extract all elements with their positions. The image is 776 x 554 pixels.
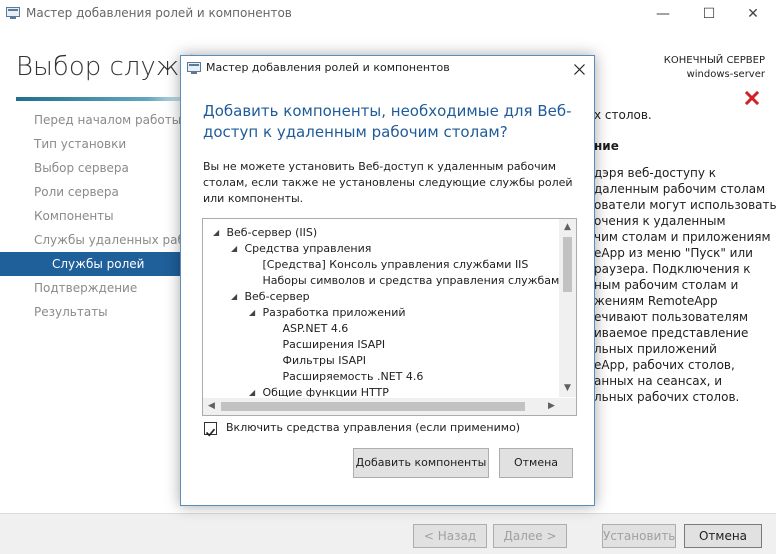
tree-expanded-icon[interactable]: ◢: [213, 225, 223, 241]
heading-accent-line: [16, 97, 180, 101]
add-features-dialog: Мастер добавления ролей и компонентов До…: [180, 55, 595, 506]
minimize-icon: —: [656, 6, 670, 22]
description-line: ечивают пользователям: [594, 310, 748, 324]
tree-expanded-icon[interactable]: ◢: [249, 305, 259, 321]
maximize-button[interactable]: ☐: [686, 0, 732, 28]
description-line: раузера. Подключения к: [594, 262, 751, 276]
nav-item-role-services[interactable]: Службы ролей: [0, 252, 180, 276]
destination-server: КОНЕЧНЫЙ СЕРВЕР windows-server: [664, 54, 765, 82]
horizontal-scrollbar[interactable]: ◀ ▶: [203, 398, 560, 415]
tree-node-label: Расширяемость .NET 4.6: [279, 370, 424, 383]
install-button[interactable]: Установить: [602, 524, 676, 548]
description-line: дэря веб-доступу к: [594, 166, 717, 180]
scrollbar-corner: [559, 398, 576, 415]
error-x-icon[interactable]: [744, 90, 760, 106]
tree-node[interactable]: ◢ Общие функции HTTP: [249, 385, 389, 397]
description-line: анных на сеансах, и: [594, 374, 723, 388]
description-line: eApp, рабочих столов,: [594, 358, 735, 372]
description-line: льных приложений: [594, 342, 717, 356]
checkmark-icon: [205, 428, 216, 437]
nav-item-confirmation[interactable]: Подтверждение: [0, 276, 180, 300]
next-button[interactable]: Далее >: [493, 524, 567, 548]
dialog-title: Мастер добавления ролей и компонентов: [206, 61, 450, 74]
destination-label: КОНЕЧНЫЙ СЕРВЕР: [663, 55, 765, 66]
tree-expanded-icon[interactable]: ◢: [231, 241, 241, 257]
nav-item-features[interactable]: Компоненты: [0, 204, 180, 228]
tree-node-label: Средства управления: [241, 242, 372, 255]
minimize-button[interactable]: —: [640, 0, 686, 28]
server-manager-icon: [6, 7, 20, 19]
add-features-button[interactable]: Добавить компоненты: [353, 448, 489, 478]
nav-item-before-you-begin[interactable]: Перед началом работы: [0, 108, 180, 132]
description-line: х столов.: [594, 108, 652, 122]
tree-node-label: Веб-сервер (IIS): [223, 226, 318, 239]
tree-node-label: ASP.NET 4.6: [279, 322, 349, 335]
dialog-message: Вы не можете установить Веб-доступ к уда…: [203, 160, 573, 205]
nav-item-results[interactable]: Результаты: [0, 300, 180, 324]
tree-node-label: Фильтры ISAPI: [279, 354, 367, 367]
description-line: ным рабочим столам и: [594, 278, 739, 292]
wizard-nav: Перед началом работы Тип установки Выбор…: [0, 108, 180, 324]
close-icon: [573, 63, 585, 75]
nav-item-server-roles[interactable]: Роли сервера: [0, 180, 180, 204]
vertical-scrollbar[interactable]: ▲ ▼: [559, 219, 576, 397]
close-icon: ✕: [747, 6, 759, 22]
description-line: даленным рабочим столам: [594, 182, 766, 196]
description-line: eApp из меню "Пуск" или: [594, 246, 753, 260]
description-line: жениям RemoteApp: [594, 294, 718, 308]
tree-node-label: Разработка приложений: [259, 306, 406, 319]
horizontal-scroll-thumb[interactable]: [221, 402, 525, 411]
tree-node-label: Наборы символов и средства управления сл…: [259, 274, 560, 287]
description-heading: ние: [594, 139, 619, 153]
description-line: льных рабочих столов.: [594, 390, 740, 404]
nav-item-server-selection[interactable]: Выбор сервера: [0, 156, 180, 180]
tree-node-label: Веб-сервер: [241, 290, 310, 303]
maximize-icon: ☐: [702, 6, 716, 22]
tree-node[interactable]: ◢ Веб-сервер (IIS): [213, 225, 317, 241]
tree-node[interactable]: ◢ Средства управления: [231, 241, 371, 257]
required-features-tree[interactable]: ◢ Веб-сервер (IIS) ◢ Средства управления …: [202, 218, 577, 416]
cancel-button[interactable]: Отмена: [684, 524, 762, 548]
tree-node[interactable]: ◢ Веб-сервер: [231, 289, 310, 305]
scroll-right-icon[interactable]: ▶: [543, 398, 560, 415]
back-button[interactable]: < Назад: [413, 524, 487, 548]
tree-node[interactable]: Расширения ISAPI: [269, 337, 385, 353]
nav-item-remote-desktop-services[interactable]: Службы удаленных рабо...: [0, 228, 180, 252]
include-tools-label[interactable]: Включить средства управления (если приме…: [226, 421, 520, 434]
tree-node-label: Общие функции HTTP: [259, 386, 389, 397]
scroll-down-icon[interactable]: ▼: [559, 380, 576, 397]
tree-node[interactable]: Фильтры ISAPI: [269, 353, 366, 369]
description-line: иваемое представление: [594, 326, 749, 340]
dialog-question: Добавить компоненты, необходимые для Веб…: [203, 102, 572, 141]
close-button[interactable]: ✕: [730, 0, 776, 28]
tree-node[interactable]: ◢ Разработка приложений: [249, 305, 406, 321]
tree-expanded-icon[interactable]: ◢: [231, 289, 241, 305]
window-titlebar: Мастер добавления ролей и компонентов — …: [0, 0, 776, 28]
dialog-titlebar: Мастер добавления ролей и компонентов: [181, 56, 594, 82]
destination-server-name: windows-server: [686, 69, 765, 80]
tree-node-label: [Средства] Консоль управления службами I…: [259, 258, 529, 271]
tree-node[interactable]: [Средства] Консоль управления службами I…: [249, 257, 528, 273]
tree-node-label: Расширения ISAPI: [279, 338, 386, 351]
dialog-close-button[interactable]: [564, 56, 594, 82]
description-line: чим столам и приложениям: [594, 230, 771, 244]
tree-node[interactable]: Расширяемость .NET 4.6: [269, 369, 423, 385]
description-paragraph: дэря веб-доступу к даленным рабочим стола…: [594, 165, 776, 405]
tree-expanded-icon[interactable]: ◢: [249, 385, 259, 397]
server-manager-icon: [187, 62, 201, 74]
description-line: очения к удаленным: [594, 214, 726, 228]
tree-node[interactable]: ASP.NET 4.6: [269, 321, 348, 337]
include-tools-checkbox[interactable]: [204, 422, 217, 437]
scroll-up-icon[interactable]: ▲: [559, 219, 576, 236]
vertical-scroll-thumb[interactable]: [563, 237, 572, 292]
tree-view: ◢ Веб-сервер (IIS) ◢ Средства управления …: [203, 219, 560, 397]
dialog-cancel-button[interactable]: Отмена: [499, 448, 573, 478]
scroll-left-icon[interactable]: ◀: [203, 398, 220, 415]
window-title: Мастер добавления ролей и компонентов: [26, 6, 292, 20]
description-line: ователи могут использовать: [594, 198, 776, 212]
tree-node[interactable]: Наборы символов и средства управления сл…: [249, 273, 560, 289]
nav-item-installation-type[interactable]: Тип установки: [0, 132, 180, 156]
